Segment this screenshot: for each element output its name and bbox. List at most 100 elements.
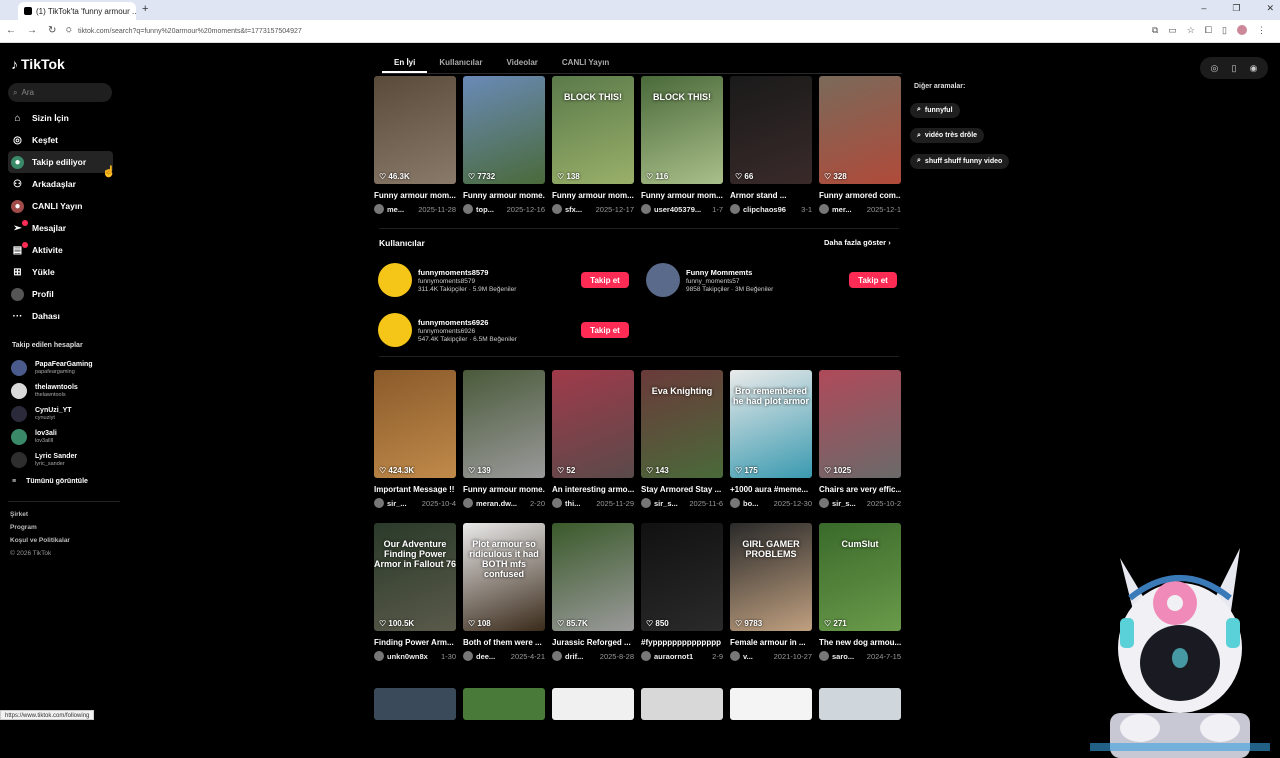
video-card[interactable]: ♡ 7732 Funny armour mome... top... 2025-12-… (463, 76, 545, 214)
video-thumbnail[interactable] (552, 688, 634, 720)
video-card[interactable]: ♡ 139 Funny armour mome... meran.dw... 2-20 (463, 370, 545, 508)
video-card[interactable]: GIRL GAMER PROBLEMS ♡ 9783 Female armour i… (730, 523, 812, 661)
video-title[interactable]: Both of them were ... (463, 638, 545, 647)
follow-button[interactable]: Takip et (849, 272, 897, 288)
video-thumbnail[interactable]: ♡ 85.7K (552, 523, 634, 631)
tab-users[interactable]: Kullanıcılar (427, 58, 494, 73)
video-title[interactable]: Female armour in ... (730, 638, 812, 647)
video-author[interactable]: mer... (832, 205, 852, 214)
video-card[interactable]: Our Adventure Finding Power Armor in Fal… (374, 523, 456, 661)
video-thumbnail[interactable]: Our Adventure Finding Power Armor in Fal… (374, 523, 456, 631)
video-author[interactable]: sir_s... (832, 499, 856, 508)
user-avatar-icon[interactable]: ◉ (1250, 63, 1258, 74)
coin-icon[interactable]: ◎ (1211, 63, 1219, 74)
video-title[interactable]: Jurassic Reforged ... (552, 638, 634, 647)
window-close-icon[interactable]: ✕ (1266, 3, 1274, 14)
avatar[interactable] (819, 651, 829, 661)
avatar[interactable] (463, 204, 473, 214)
avatar[interactable] (730, 651, 740, 661)
avatar[interactable] (374, 498, 384, 508)
video-card[interactable]: ♡ 66 Armor stand ... clipchaos96 3-1 (730, 76, 812, 214)
tab-top[interactable]: En İyi (382, 58, 428, 73)
video-title[interactable]: Funny armour mom... (641, 191, 723, 200)
footer-link-company[interactable]: Şirket (10, 511, 28, 518)
video-title[interactable]: Finding Power Arm... (374, 638, 456, 647)
video-author[interactable]: user405379... (654, 205, 701, 214)
reload-icon[interactable]: ↻ (48, 25, 56, 36)
video-card[interactable]: BLOCK THIS! ♡ 138 Funny armour mom... sfx..… (552, 76, 634, 214)
see-all-following[interactable]: ≡ Tümünü görüntüle (12, 478, 88, 485)
nav-item-profile[interactable]: Profil (8, 283, 113, 305)
extensions-icon[interactable]: ⧠ (1205, 25, 1212, 36)
related-search-item[interactable]: ⌕ funnyful (910, 102, 960, 118)
avatar[interactable] (730, 498, 740, 508)
video-thumbnail[interactable]: ♡ 850 (641, 523, 723, 631)
avatar[interactable] (641, 204, 651, 214)
avatar[interactable] (463, 651, 473, 661)
video-card[interactable]: Plot armour so ridiculous it had BOTH mf… (463, 523, 545, 661)
device-icon[interactable]: ▯ (1232, 63, 1237, 74)
footer-link-program[interactable]: Program (10, 524, 37, 531)
search-input[interactable]: ⌕ Ara (8, 83, 112, 102)
video-title[interactable]: Funny armour mom... (552, 191, 634, 200)
forward-icon[interactable]: → (27, 25, 37, 36)
nav-item-following[interactable]: ● Takip ediliyor (8, 151, 113, 173)
show-more-link[interactable]: Daha fazla göster › (824, 238, 891, 247)
video-author[interactable]: me... (387, 205, 404, 214)
translate-icon[interactable]: ⧉ (1152, 25, 1158, 36)
avatar[interactable] (374, 651, 384, 661)
video-card[interactable]: ♡ 1025 Chairs are very effic... sir_s... 20… (819, 370, 901, 508)
avatar[interactable] (374, 204, 384, 214)
browser-profile-avatar[interactable] (1237, 25, 1247, 35)
video-title[interactable]: Important Message !! (374, 485, 456, 494)
following-account[interactable]: lov3ali lov3allll (11, 427, 121, 447)
video-thumbnail[interactable]: ♡ 7732 (463, 76, 545, 184)
video-card[interactable]: ♡ 52 An interesting armo... thi... 2025-11-… (552, 370, 634, 508)
nav-item-for-you[interactable]: ⌂ Sizin İçin (8, 107, 113, 129)
video-card[interactable]: ♡ 424.3K Important Message !! sir_... 2025-… (374, 370, 456, 508)
video-card[interactable]: Eva Knighting ♡ 143 Stay Armored Stay ... s… (641, 370, 723, 508)
nav-item-friends[interactable]: ⚇ Arkadaşlar (8, 173, 113, 195)
follow-button[interactable]: Takip et (581, 322, 629, 338)
user-card[interactable]: Funny Mommemts funny_moments57 9858 Taki… (646, 262, 773, 298)
video-thumbnail[interactable]: ♡ 424.3K (374, 370, 456, 478)
video-author[interactable]: v... (743, 652, 753, 661)
video-thumbnail[interactable]: ♡ 1025 (819, 370, 901, 478)
nav-item-live[interactable]: ● CANLI Yayın (8, 195, 113, 217)
video-author[interactable]: sir_s... (654, 499, 678, 508)
video-title[interactable]: Funny armour mome... (463, 191, 545, 200)
video-title[interactable]: Stay Armored Stay ... (641, 485, 723, 494)
browser-tab[interactable]: (1) TikTok'ta 'funny armour ... 🔊 ✕ (18, 2, 136, 20)
user-card[interactable]: funnymoments8579 funnymoments8579 311.4K… (378, 262, 516, 298)
following-account[interactable]: Lyric Sander lyric_sander (11, 450, 121, 470)
tab-videos[interactable]: Videolar (494, 58, 549, 73)
video-card[interactable]: ♡ 850 #fypppppppppppppp auraornot1 2-9 (641, 523, 723, 661)
user-card[interactable]: funnymoments6926 funnymoments6926 547.4K… (378, 312, 517, 348)
video-author[interactable]: saro... (832, 652, 854, 661)
video-thumbnail[interactable] (819, 688, 901, 720)
site-info-icon[interactable]: ⛭ (66, 27, 72, 35)
split-view-icon[interactable]: ▯ (1222, 25, 1227, 36)
tab-live[interactable]: CANLI Yayın (550, 58, 621, 73)
footer-link-terms[interactable]: Koşul ve Politikalar (10, 537, 70, 544)
video-card[interactable]: ♡ 85.7K Jurassic Reforged ... drif... 2025-… (552, 523, 634, 661)
follow-button[interactable]: Takip et (581, 272, 629, 288)
video-title[interactable]: +1000 aura #meme... (730, 485, 812, 494)
video-author[interactable]: unkn0wn8x (387, 652, 428, 661)
related-search-item[interactable]: ⌕ vidéo très drôle (910, 128, 985, 143)
video-title[interactable]: An interesting armo... (552, 485, 634, 494)
video-thumbnail[interactable]: Eva Knighting ♡ 143 (641, 370, 723, 478)
avatar[interactable] (819, 498, 829, 508)
nav-item-explore[interactable]: ◎ Keşfet (8, 129, 113, 151)
video-title[interactable]: The new dog armou... (819, 638, 901, 647)
video-card[interactable]: CumSlut ♡ 271 The new dog armou... saro... 2… (819, 523, 901, 661)
video-card[interactable]: ♡ 46.3K Funny armour mom... me... 2025-11-2… (374, 76, 456, 214)
video-author[interactable]: bo... (743, 499, 758, 508)
video-thumbnail[interactable]: GIRL GAMER PROBLEMS ♡ 9783 (730, 523, 812, 631)
video-thumbnail[interactable]: CumSlut ♡ 271 (819, 523, 901, 631)
avatar[interactable] (730, 204, 740, 214)
video-author[interactable]: thi... (565, 499, 580, 508)
video-title[interactable]: #fypppppppppppppp (641, 638, 723, 647)
video-card[interactable]: Bro remembered he had plot armor ♡ 175 +10… (730, 370, 812, 508)
cast-icon[interactable]: ▭ (1168, 25, 1177, 36)
